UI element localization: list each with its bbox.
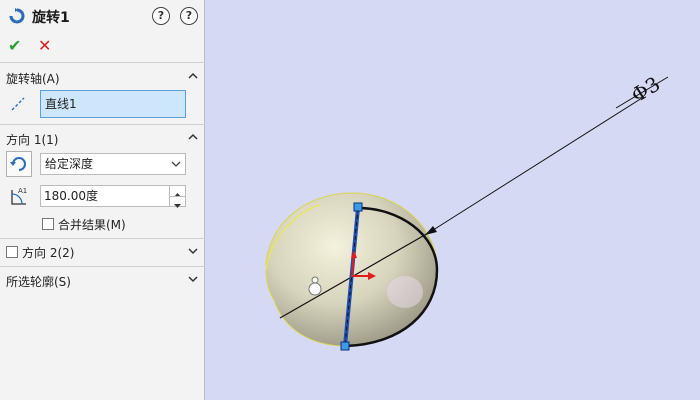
- end-condition-value: 给定深度: [45, 157, 94, 171]
- chevron-up-icon[interactable]: [188, 71, 198, 81]
- help-icon[interactable]: ?: [180, 7, 198, 25]
- cancel-button[interactable]: ✕: [38, 36, 51, 55]
- reverse-direction-button[interactable]: [6, 151, 32, 177]
- divider: [0, 238, 205, 239]
- divider: [0, 266, 205, 267]
- chevron-down-icon[interactable]: [188, 274, 198, 284]
- merge-result-checkbox[interactable]: [42, 218, 54, 230]
- svg-text:A1: A1: [18, 187, 27, 195]
- reverse-direction-icon: [10, 157, 26, 171]
- section-direction2-title[interactable]: 方向 2(2): [22, 244, 74, 261]
- property-manager-panel: 旋转1 ? ? ✔ ✕ 旋转轴(A) 直线1 方向 1(1) 给定深度 A1 1…: [0, 0, 205, 400]
- line-axis-icon: [11, 97, 25, 111]
- revolve-feature-icon: [9, 8, 25, 24]
- merge-result-label: 合并结果(M): [58, 218, 126, 232]
- feature-title: 旋转1: [32, 10, 70, 26]
- angle-icon: A1: [11, 187, 27, 205]
- axis-endpoint-handle[interactable]: [353, 202, 363, 212]
- end-condition-select[interactable]: 给定深度: [40, 153, 186, 175]
- divider: [0, 62, 205, 63]
- chevron-up-icon[interactable]: [188, 132, 198, 142]
- spin-up-button[interactable]: [169, 186, 185, 197]
- chevron-down-icon: [171, 161, 181, 167]
- section-axis-title[interactable]: 旋转轴(A): [6, 70, 60, 87]
- spin-down-button[interactable]: [169, 196, 185, 208]
- graphics-viewport[interactable]: Φ3: [205, 0, 700, 400]
- confirm-button[interactable]: ✔: [8, 36, 21, 55]
- direction2-checkbox[interactable]: [6, 246, 18, 258]
- angle-input[interactable]: 180.00度: [40, 185, 186, 208]
- panel-header: 旋转1 ? ?: [0, 0, 205, 32]
- chevron-down-icon[interactable]: [188, 246, 198, 256]
- angle-value: 180.00度: [44, 189, 98, 203]
- divider: [0, 124, 205, 125]
- axis-endpoint-handle[interactable]: [340, 341, 350, 351]
- axis-field[interactable]: 直线1: [40, 90, 186, 118]
- section-contours-title[interactable]: 所选轮廓(S): [6, 273, 71, 290]
- section-direction1-title[interactable]: 方向 1(1): [6, 131, 58, 148]
- help-icon[interactable]: ?: [152, 7, 170, 25]
